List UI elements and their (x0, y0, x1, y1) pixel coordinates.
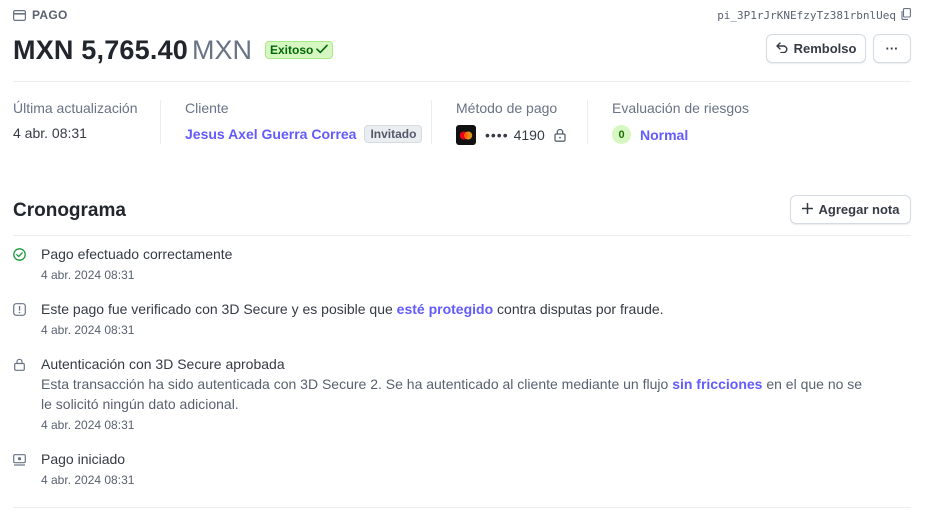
timeline-bottom-divider (13, 507, 911, 508)
more-options-button[interactable]: ··· (873, 34, 911, 63)
status-badge-label: Exitoso (270, 43, 314, 57)
event-title-text: contra disputas por fraude. (493, 301, 664, 317)
page-label-text: PAGO (32, 8, 68, 22)
lock-icon (554, 128, 566, 142)
event-description: Esta transacción ha sido autenticada con… (41, 374, 871, 414)
check-circle-icon (13, 248, 26, 261)
payment-id[interactable]: pi_3P1rJrKNEfzyTz381rbnlUeq (717, 8, 911, 23)
risk-label: Evaluación de riesgos (612, 100, 749, 116)
payment-id-text[interactable]: pi_3P1rJrKNEfzyTz381rbnlUeq (717, 9, 896, 22)
summary-risk: Evaluación de riesgos 0 Normal (612, 100, 749, 146)
event-title-text: Este pago fue verificado con 3D Secure y… (41, 301, 397, 317)
summary-divider (431, 100, 432, 144)
refund-button-label: Rembolso (793, 41, 857, 56)
last-update-value: 4 abr. 08:31 (13, 125, 87, 141)
summary-payment-method: Método de pago •••• 4190 (456, 100, 566, 146)
timeline-event-body: Este pago fue verificado con 3D Secure y… (41, 299, 871, 338)
event-title: Pago efectuado correctamente (41, 246, 233, 262)
payment-method-label: Método de pago (456, 100, 558, 116)
timeline-divider (13, 235, 911, 236)
more-options-label: ··· (885, 41, 899, 56)
event-title: Este pago fue verificado con 3D Secure y… (41, 299, 871, 319)
event-time: 4 abr. 2024 08:31 (41, 418, 135, 432)
timeline-event-body: Pago iniciado 4 abr. 2024 08:31 (41, 449, 871, 488)
plus-icon (801, 202, 813, 217)
mastercard-icon (456, 125, 476, 145)
refund-button[interactable]: Rembolso (766, 34, 866, 63)
summary-last-update: Última actualización 4 abr. 08:31 (13, 100, 138, 146)
page-header: PAGO pi_3P1rJrKNEfzyTz381rbnlUeq (13, 8, 911, 24)
payment-icon (13, 9, 26, 21)
risk-level-link[interactable]: Normal (640, 127, 688, 143)
event-title: Pago iniciado (41, 451, 126, 467)
customer-value: Jesus Axel Guerra Correa Invitado (185, 125, 423, 143)
event-time: 4 abr. 2024 08:31 (41, 268, 135, 282)
timeline-title: Cronograma (13, 200, 126, 221)
status-badge: Exitoso (265, 41, 334, 59)
payment-summary: Última actualización 4 abr. 08:31 Client… (13, 100, 911, 146)
header-actions: Rembolso ··· (766, 34, 911, 63)
event-time: 4 abr. 2024 08:31 (41, 473, 135, 487)
lock-icon (13, 358, 26, 371)
header-divider (13, 81, 911, 82)
customer-name-link[interactable]: Jesus Axel Guerra Correa (185, 126, 356, 142)
customer-label: Cliente (185, 100, 229, 116)
payment-amount: MXN 5,765.40 (13, 34, 188, 65)
check-icon (316, 43, 329, 57)
payment-method-value: •••• 4190 (456, 125, 566, 145)
summary-divider (587, 100, 588, 144)
guest-tag: Invitado (364, 125, 423, 143)
summary-divider (160, 100, 161, 144)
timeline-event-body: Pago efectuado correctamente 4 abr. 2024… (41, 244, 871, 283)
risk-score-badge: 0 (612, 125, 631, 144)
payment-currency: MXN (192, 34, 252, 65)
copy-icon[interactable] (901, 8, 911, 23)
summary-customer: Cliente Jesus Axel Guerra Correa Invitad… (185, 100, 423, 146)
amount-row: MXN 5,765.40 MXN Exitoso Rembolso ··· (13, 32, 911, 68)
frictionless-link[interactable]: sin fricciones (672, 376, 762, 392)
protected-link[interactable]: esté protegido (397, 301, 493, 317)
event-title: Autenticación con 3D Secure aprobada (41, 356, 285, 372)
add-note-label: Agregar nota (818, 202, 900, 217)
info-icon (13, 303, 26, 316)
last-update-label: Última actualización (13, 100, 138, 116)
event-time: 4 abr. 2024 08:31 (41, 323, 135, 337)
risk-value: 0 Normal (612, 125, 749, 144)
timeline-event-body: Autenticación con 3D Secure aprobada Est… (41, 354, 871, 433)
undo-arrow-icon (775, 41, 788, 56)
payment-started-icon (13, 453, 26, 466)
card-mask: •••• (485, 127, 509, 143)
card-last4: 4190 (513, 127, 545, 143)
event-desc-text: Esta transacción ha sido autenticada con… (41, 376, 673, 392)
add-note-button[interactable]: Agregar nota (790, 195, 911, 224)
